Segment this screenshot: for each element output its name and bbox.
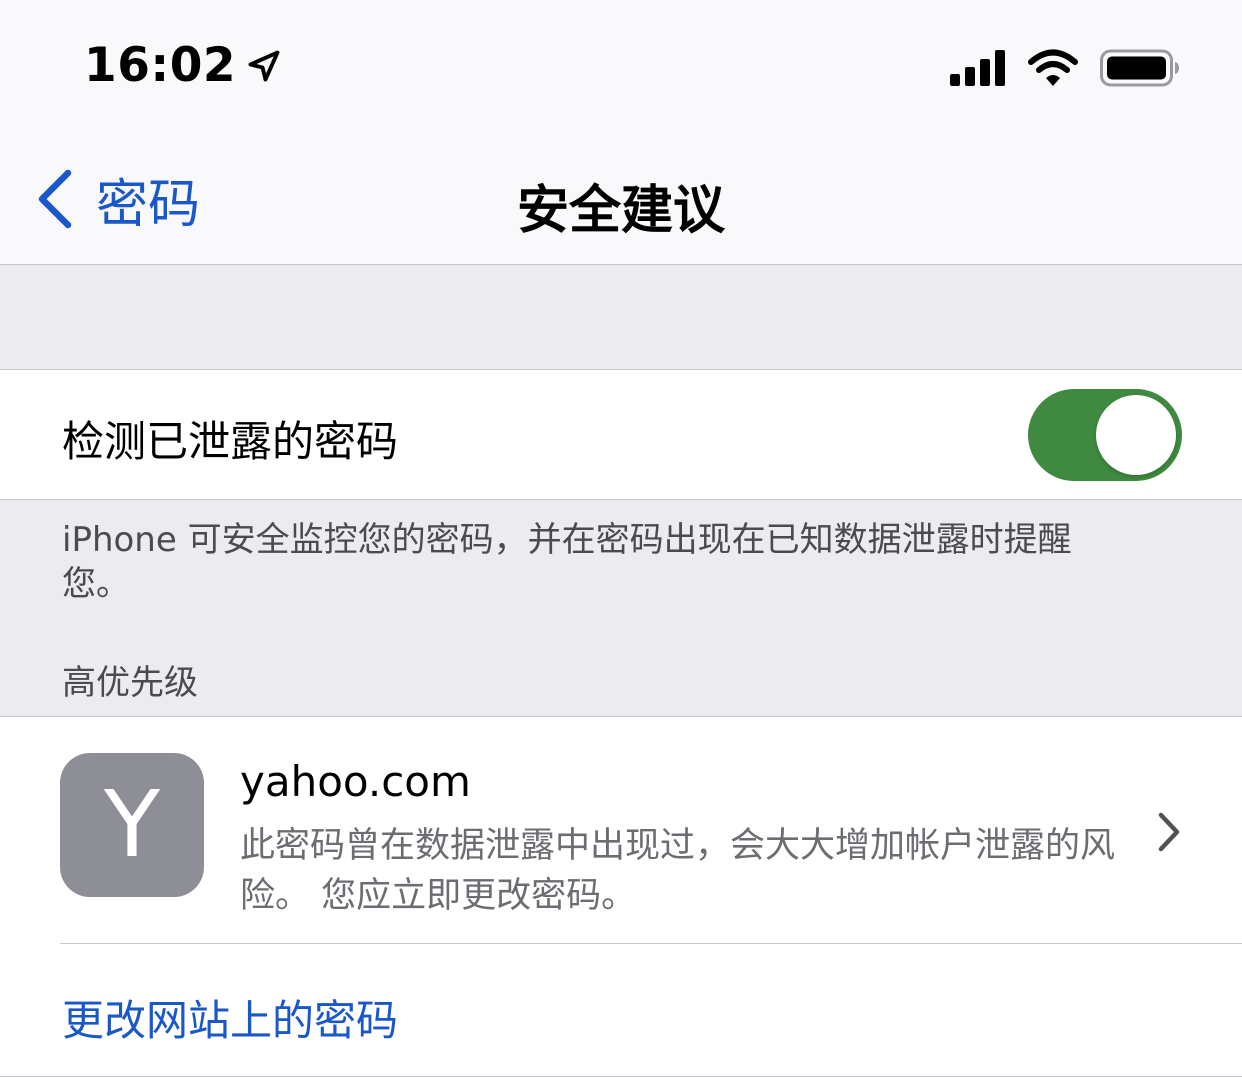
site-avatar: Y <box>60 753 204 897</box>
item-description: 此密码曾在数据泄露中出现过，会大大增加帐户泄露的风险。 您应立即更改密码。 <box>240 826 1116 916</box>
page-title: 安全建议 <box>516 181 725 241</box>
detect-leaked-passwords-row: 检测已泄露的密码 <box>0 369 1242 500</box>
recommendations-list: Y yahoo.com 此密码曾在数据泄露中出现过，会大大增加帐户泄露的风险。 … <box>0 716 1242 1077</box>
status-icons <box>950 46 1180 90</box>
section-spacer <box>0 265 1242 369</box>
recommendation-item-yahoo[interactable]: Y yahoo.com 此密码曾在数据泄露中出现过，会大大增加帐户泄露的风险。 … <box>0 717 1242 943</box>
detect-leaked-passwords-switch[interactable] <box>1028 389 1182 481</box>
battery-icon <box>1100 49 1179 87</box>
status-time: 16:02 <box>84 38 282 93</box>
section-header-high-priority: 高优先级 <box>62 663 198 703</box>
detect-leaked-passwords-label: 检测已泄露的密码 <box>62 417 399 466</box>
detect-footer-text: iPhone 可安全监控您的密码，并在密码出现在已知数据泄露时提醒您。 <box>62 520 1072 604</box>
chevron-right-icon <box>1158 812 1180 852</box>
row-divider <box>60 943 1242 944</box>
change-password-on-website-link[interactable]: 更改网站上的密码 <box>62 987 398 1048</box>
wifi-icon <box>1028 49 1078 86</box>
top-bar: 16:02 密码 安全建议 <box>0 0 1242 265</box>
switch-knob <box>1096 395 1176 475</box>
item-title: yahoo.com <box>240 757 471 806</box>
cellular-signal-icon <box>950 50 1005 86</box>
status-time-text: 16:02 <box>84 38 237 93</box>
location-arrow-icon <box>248 50 280 81</box>
